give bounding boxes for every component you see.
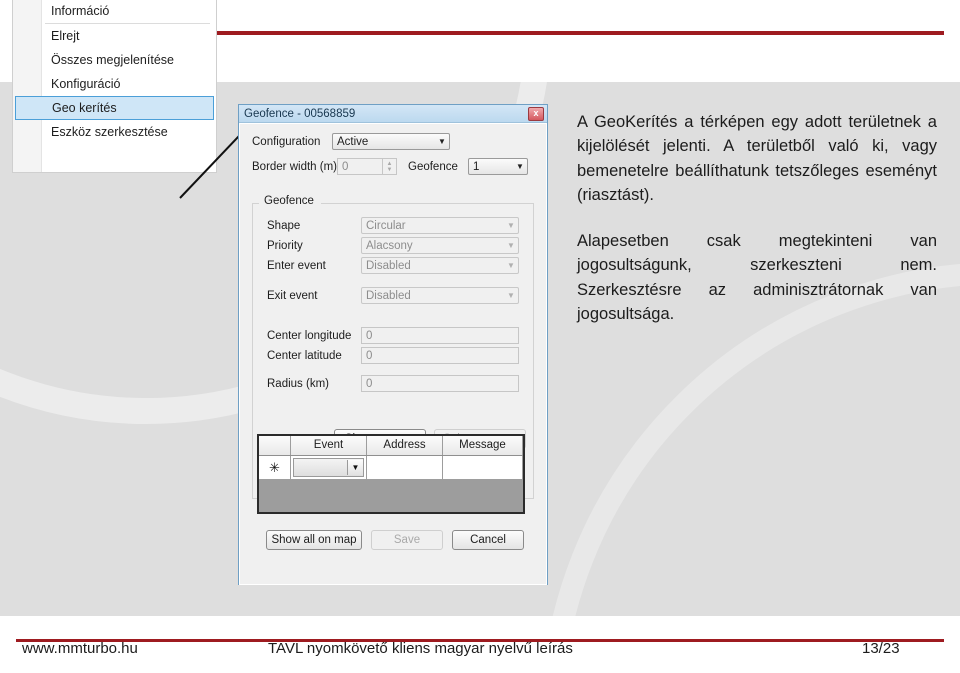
menu-item-geo-kerites[interactable]: Geo kerítés [15,96,214,120]
radius-label: Radius (km) [267,378,329,390]
shape-dropdown[interactable]: Circular ▼ [361,217,519,234]
geofence-groupbox-legend: Geofence [261,195,317,207]
center-longitude-input[interactable]: 0 [361,327,519,344]
priority-label: Priority [267,240,303,252]
border-width-label: Border width (m) [252,161,337,173]
new-row-marker-icon: ✳ [259,456,291,479]
grid-col-address[interactable]: Address [367,436,443,455]
row-message-cell[interactable] [443,456,523,479]
menu-item-osszes-megjelenitese[interactable]: Összes megjelenítése [13,48,216,72]
close-icon[interactable]: x [528,106,544,121]
exit-event-label: Exit event [267,290,318,302]
body-text: A GeoKerítés a térképen egy adott terüle… [577,110,937,326]
row-address-cell[interactable] [367,456,443,479]
chevron-down-icon: ▼ [516,162,524,171]
enter-event-label: Enter event [267,260,326,272]
menu-item-label: Konfiguráció [51,77,121,91]
menu-item-label: Információ [51,4,110,18]
event-dropdown[interactable]: ▼ [293,458,364,477]
chevron-down-icon: ▼ [507,241,515,250]
exit-event-value: Disabled [366,289,411,302]
chevron-down-icon: ▼ [507,261,515,270]
dialog-title: Geofence - 00568859 [244,107,356,120]
table-row[interactable]: ✳ ▼ [259,456,523,480]
enter-event-dropdown[interactable]: Disabled ▼ [361,257,519,274]
body-paragraph-2: Alapesetben csak megtekinteni van jogosu… [577,232,937,323]
center-longitude-label: Center longitude [267,330,352,342]
configuration-label: Configuration [252,136,321,148]
menu-item-label: Eszköz szerkesztése [51,125,168,139]
priority-dropdown[interactable]: Alacsony ▼ [361,237,519,254]
exit-event-dropdown[interactable]: Disabled ▼ [361,287,519,304]
dialog-body: Configuration Active ▼ Border width (m) … [239,123,547,585]
grid-col-event[interactable]: Event [291,436,367,455]
center-latitude-input[interactable]: 0 [361,347,519,364]
geofence-selector-label: Geofence [408,161,458,173]
geofence-selector-value: 1 [473,160,480,173]
stepper-down-icon: ▼ [386,166,393,173]
border-width-input[interactable]: 0 [337,158,383,175]
body-paragraph-1: A GeoKerítés a térképen egy adott terüle… [577,113,937,204]
grid-header-row: Event Address Message [259,436,523,456]
geofence-dialog: Geofence - 00568859 x Configuration Acti… [238,104,548,585]
configuration-dropdown[interactable]: Active ▼ [332,133,450,150]
shape-label: Shape [267,220,301,232]
menu-item-elrejt[interactable]: Elrejt [13,24,216,48]
menu-item-label: Összes megjelenítése [51,53,174,67]
border-width-stepper[interactable]: ▲ ▼ [383,158,397,175]
enter-event-value: Disabled [366,259,411,272]
footer-site-link[interactable]: www.mmturbo.hu [22,640,138,657]
center-latitude-label: Center latitude [267,350,342,362]
footer-page-number: 13/23 [862,639,900,657]
row-event-cell[interactable]: ▼ [291,456,367,479]
grid-col-marker [259,436,291,455]
menu-item-label: Geo kerítés [52,101,117,115]
menu-item-eszkoz-szerkesztese[interactable]: Eszköz szerkesztése [13,120,216,144]
chevron-down-icon: ▼ [507,291,515,300]
priority-value: Alacsony [366,239,413,252]
context-menu-screenshot: Oszlopok szerkesztése... Információ Elre… [12,0,217,173]
save-button: Save [371,530,443,550]
footer-doc-title: TAVL nyomkövető kliens magyar nyelvű leí… [268,639,573,657]
menu-item-informacio[interactable]: Információ [13,0,216,23]
event-grid: Event Address Message ✳ ▼ [257,434,525,514]
chevron-down-icon: ▼ [507,221,515,230]
chevron-down-icon: ▼ [438,137,446,146]
configuration-value: Active [337,135,369,148]
shape-value: Circular [366,219,406,232]
chevron-down-icon: ▼ [347,460,363,475]
grid-col-message[interactable]: Message [443,436,523,455]
geofence-selector-dropdown[interactable]: 1 ▼ [468,158,528,175]
menu-item-konfiguracio[interactable]: Konfiguráció [13,72,216,96]
menu-item-label: Elrejt [51,29,80,43]
dialog-titlebar: Geofence - 00568859 x [239,105,547,123]
cancel-button[interactable]: Cancel [452,530,524,550]
show-all-on-map-button[interactable]: Show all on map [266,530,362,550]
radius-input[interactable]: 0 [361,375,519,392]
